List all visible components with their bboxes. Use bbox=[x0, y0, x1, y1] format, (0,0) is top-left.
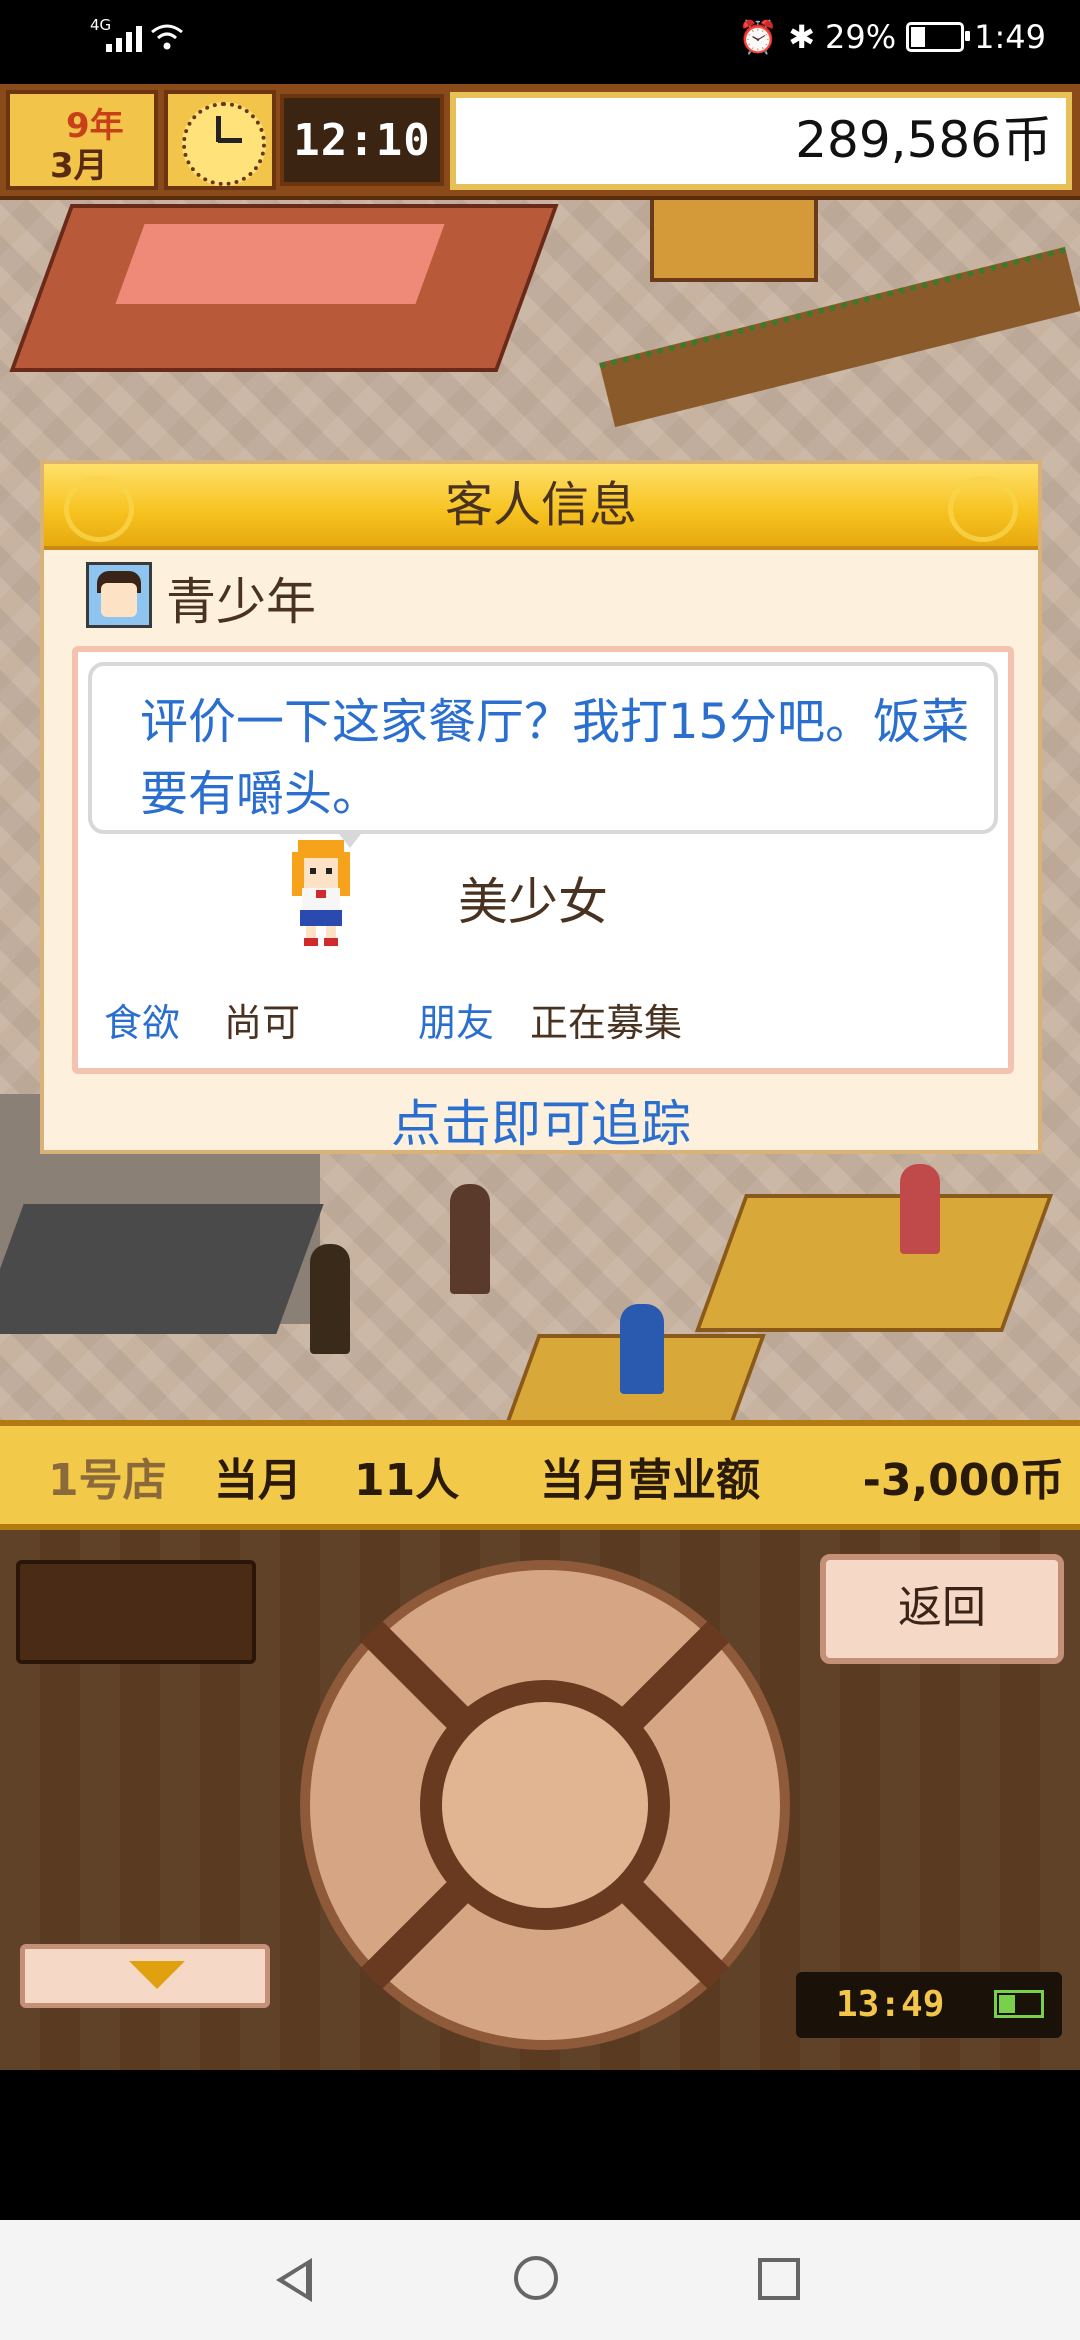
store-info-strip: 1号店 当月 11人 当月营业额 -3,000币 bbox=[0, 1420, 1080, 1530]
status-right: ⏰ ✱ 29% 1:49 bbox=[738, 18, 1046, 56]
status-bar: 4G ⏰ ✱ 29% 1:49 bbox=[0, 0, 1080, 84]
stat-friend-label: 朋友 bbox=[418, 1001, 495, 1045]
nav-recents-icon[interactable] bbox=[758, 2258, 800, 2300]
store-name: 1号店 bbox=[48, 1455, 167, 1506]
stat-friend-value: 正在募集 bbox=[530, 1001, 683, 1045]
nav-home-icon[interactable] bbox=[514, 2256, 558, 2300]
system-nav-bar bbox=[0, 2220, 1080, 2340]
customer-info-panel[interactable]: 评价一下这家餐厅？我打15分吧。饭菜要有嚼头。 美少女 食欲 尚可 朋友 正在募… bbox=[72, 646, 1014, 1074]
device-clock: 13:49 bbox=[796, 1972, 1062, 2038]
track-customer-link[interactable]: 点击即可追踪 bbox=[44, 1084, 1038, 1156]
chevron-down-icon bbox=[129, 1961, 185, 1989]
stat-appetite-value: 尚可 bbox=[224, 1001, 301, 1045]
bluetooth-icon: ✱ bbox=[788, 18, 816, 56]
month-label: 当月 bbox=[214, 1455, 302, 1506]
scene-customer-3[interactable] bbox=[620, 1304, 664, 1394]
clock-icon bbox=[164, 90, 276, 190]
scene-table-right bbox=[694, 1194, 1054, 1332]
dpad-control[interactable] bbox=[300, 1560, 790, 2050]
menu-slot-button[interactable] bbox=[16, 1560, 256, 1664]
scene-customer-1[interactable] bbox=[310, 1244, 350, 1354]
alarm-icon: ⏰ bbox=[738, 18, 779, 56]
dpad-center-button[interactable] bbox=[420, 1680, 670, 1930]
customer-info-dialog[interactable]: 客人信息 青少年 评价一下这家餐厅？我打15分吧。饭菜要有嚼头。 美少女 食欲 … bbox=[40, 460, 1042, 1154]
expand-menu-button[interactable] bbox=[20, 1944, 270, 2008]
game-time: 12:10 bbox=[280, 94, 444, 186]
revenue-value: -3,000币 bbox=[862, 1455, 1064, 1506]
customer-type: 青少年 bbox=[166, 573, 316, 631]
wifi-icon bbox=[151, 24, 183, 50]
scene-customer-4[interactable] bbox=[900, 1164, 940, 1254]
battery-percent: 29% bbox=[825, 18, 897, 56]
dialog-title: 客人信息 bbox=[444, 477, 637, 533]
game-area[interactable]: 9年 3月 12:10 289,586币 客人信息 青少年 评价一下这家餐厅？我… bbox=[0, 84, 1080, 2070]
speech-bubble: 评价一下这家餐厅？我打15分吧。饭菜要有嚼头。 bbox=[88, 662, 998, 834]
back-button[interactable]: 返回 bbox=[820, 1554, 1064, 1664]
customer-tag: 美少女 bbox=[458, 873, 608, 931]
nav-back-icon[interactable] bbox=[276, 2258, 312, 2302]
customer-avatar-icon bbox=[86, 562, 152, 628]
date-display: 9年 3月 bbox=[6, 90, 158, 190]
scene-roof bbox=[0, 1204, 324, 1334]
dialog-header: 客人信息 bbox=[44, 464, 1038, 550]
control-panel: 返回 13:49 bbox=[0, 1530, 1080, 2070]
customer-sprite bbox=[292, 840, 350, 946]
revenue-label: 当月营业额 bbox=[540, 1455, 760, 1506]
month-value: 3月 bbox=[50, 146, 108, 186]
network-type: 4G bbox=[90, 16, 112, 34]
signal-icon bbox=[106, 26, 142, 52]
customer-count: 11人 bbox=[354, 1455, 460, 1506]
stat-appetite-label: 食欲 bbox=[104, 1001, 181, 1045]
battery-icon bbox=[906, 22, 971, 52]
money-display: 289,586币 bbox=[450, 92, 1072, 190]
customer-review: 评价一下这家餐厅？我打15分吧。饭菜要有嚼头。 bbox=[140, 694, 970, 822]
scene-mattress bbox=[115, 224, 445, 304]
network-indicators: 4G bbox=[90, 16, 184, 52]
scene-cabinet bbox=[650, 194, 818, 282]
battery-icon bbox=[994, 1990, 1044, 2018]
scene-customer-2[interactable] bbox=[450, 1184, 490, 1294]
top-hud: 9年 3月 12:10 289,586币 bbox=[0, 84, 1080, 200]
status-time: 1:49 bbox=[974, 18, 1046, 56]
